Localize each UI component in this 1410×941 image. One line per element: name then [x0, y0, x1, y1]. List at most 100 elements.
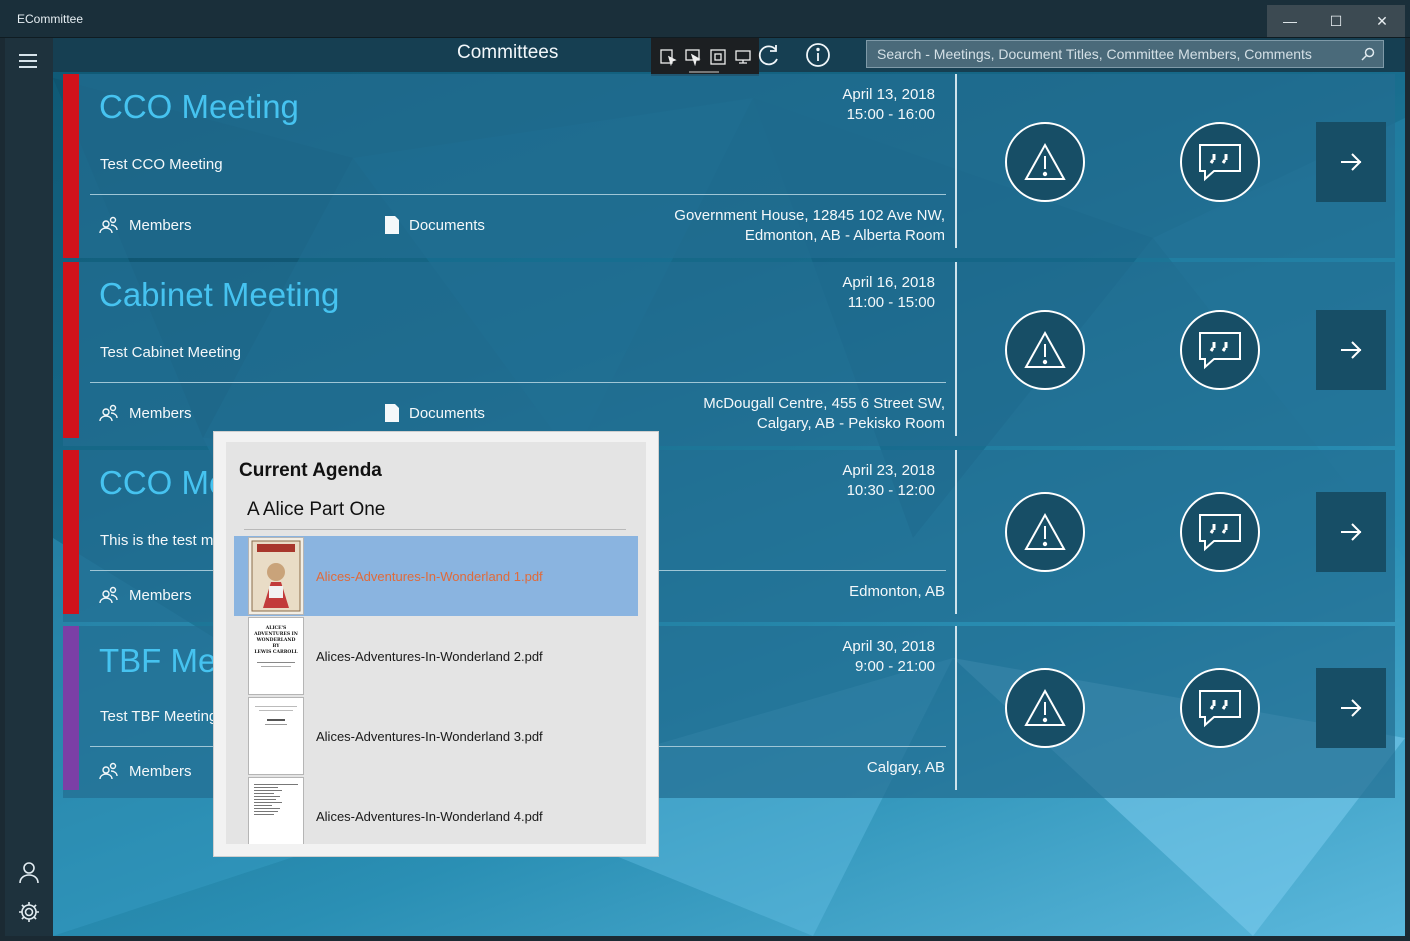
documents-label: Documents	[409, 404, 485, 422]
meeting-title[interactable]: CCO Me	[99, 464, 227, 502]
location-line2: Calgary, AB - Pekisko Room	[756, 415, 945, 432]
members-link[interactable]: Members	[99, 762, 192, 780]
meeting-title[interactable]: Cabinet Meeting	[99, 276, 339, 314]
search-box[interactable]	[866, 40, 1384, 68]
documents-link[interactable]: Documents	[385, 404, 485, 422]
meeting-datetime: April 16, 2018 11:00 - 15:00	[842, 273, 935, 313]
open-meeting-button[interactable]	[1316, 122, 1386, 202]
agenda-document-item[interactable]: Alices-Adventures-In-Wonderland 1.pdf	[234, 536, 638, 616]
meeting-location: Edmonton, AB	[849, 582, 945, 602]
comments-button[interactable]	[1180, 122, 1260, 202]
open-meeting-button[interactable]	[1316, 310, 1386, 390]
members-label: Members	[129, 216, 192, 234]
meeting-datetime: April 30, 2018 9:00 - 21:00	[842, 637, 935, 677]
meeting-description: This is the test m	[100, 532, 214, 549]
minimize-button[interactable]: —	[1267, 5, 1313, 37]
card-separator	[955, 450, 957, 614]
page-title: Committees	[457, 42, 559, 63]
card-divider	[90, 194, 946, 195]
meeting-location: Calgary, AB	[867, 758, 945, 778]
members-icon	[99, 586, 118, 604]
meeting-time: 10:30 - 12:00	[846, 482, 935, 499]
comments-button[interactable]	[1180, 668, 1260, 748]
document-filename: Alices-Adventures-In-Wonderland 1.pdf	[316, 568, 543, 584]
meeting-accent-bar	[63, 626, 79, 790]
app-title: ECommittee	[17, 12, 84, 26]
members-icon	[99, 216, 118, 234]
agenda-title: Current Agenda	[239, 460, 382, 481]
maximize-button[interactable]: ☐	[1313, 5, 1359, 37]
meeting-date: April 30, 2018	[842, 638, 935, 655]
agenda-divider	[244, 529, 626, 530]
meeting-description: Test Cabinet Meeting	[100, 344, 241, 361]
members-icon	[99, 404, 118, 422]
info-icon[interactable]	[805, 42, 831, 68]
document-thumbnail	[248, 697, 304, 775]
open-meeting-button[interactable]	[1316, 668, 1386, 748]
alert-button[interactable]	[1005, 668, 1085, 748]
floating-toolbar	[651, 38, 759, 76]
search-icon[interactable]	[1361, 47, 1375, 61]
pointer-tool-icon[interactable]	[684, 48, 702, 66]
comment-icon	[1199, 332, 1241, 370]
card-separator	[955, 626, 957, 790]
screen-tool-icon[interactable]	[734, 48, 752, 66]
comments-button[interactable]	[1180, 310, 1260, 390]
alert-button[interactable]	[1005, 310, 1085, 390]
meeting-title[interactable]: CCO Meeting	[99, 88, 299, 126]
card-separator	[955, 74, 957, 248]
meeting-datetime: April 13, 2018 15:00 - 16:00	[842, 85, 935, 125]
members-link[interactable]: Members	[99, 586, 192, 604]
nav-rail	[5, 38, 53, 936]
meeting-datetime: April 23, 2018 10:30 - 12:00	[842, 461, 935, 501]
document-icon	[385, 404, 399, 422]
alert-button[interactable]	[1005, 492, 1085, 572]
meeting-date: April 23, 2018	[842, 462, 935, 479]
meeting-location: Government House, 12845 102 Ave NW, Edmo…	[674, 206, 945, 246]
document-thumbnail	[248, 777, 304, 844]
document-filename: Alices-Adventures-In-Wonderland 4.pdf	[316, 808, 543, 824]
meeting-time: 9:00 - 21:00	[854, 658, 935, 675]
agenda-panel: Current Agenda A Alice Part One Alices-A…	[226, 442, 646, 844]
comment-icon	[1199, 690, 1241, 728]
hamburger-menu-icon[interactable]	[19, 54, 37, 68]
documents-label: Documents	[409, 216, 485, 234]
select-tool-icon[interactable]	[659, 48, 677, 66]
meeting-card[interactable]: Cabinet Meeting Test Cabinet Meeting Mem…	[63, 262, 1395, 446]
warning-icon	[1024, 330, 1066, 368]
gear-icon[interactable]	[17, 900, 41, 924]
comments-button[interactable]	[1180, 492, 1260, 572]
meeting-time: 11:00 - 15:00	[847, 294, 935, 311]
frame-tool-icon[interactable]	[709, 48, 727, 66]
members-label: Members	[129, 762, 192, 780]
members-label: Members	[129, 586, 192, 604]
alert-button[interactable]	[1005, 122, 1085, 202]
user-icon[interactable]	[17, 860, 41, 884]
card-separator	[955, 262, 957, 436]
members-link[interactable]: Members	[99, 404, 192, 422]
agenda-document-item[interactable]: Alices-Adventures-In-Wonderland 4.pdf	[234, 776, 638, 844]
toolbar-grip[interactable]	[689, 71, 719, 73]
search-input[interactable]	[867, 41, 1383, 67]
agenda-document-item[interactable]: Alices-Adventures-In-Wonderland 3.pdf	[234, 696, 638, 776]
close-button[interactable]: ✕	[1359, 5, 1405, 37]
meeting-description: Test CCO Meeting	[100, 156, 223, 173]
members-icon	[99, 762, 118, 780]
arrow-right-icon	[1341, 153, 1362, 171]
refresh-icon[interactable]	[755, 42, 781, 68]
documents-link[interactable]: Documents	[385, 216, 485, 234]
agenda-document-item[interactable]: ALICE'S ADVENTURES IN WONDERLAND BY LEWI…	[234, 616, 638, 696]
illustration-thumbnail-icon	[251, 540, 301, 612]
arrow-right-icon	[1341, 523, 1362, 541]
meeting-accent-bar	[63, 450, 79, 614]
location-line1: Edmonton, AB	[849, 583, 945, 600]
open-meeting-button[interactable]	[1316, 492, 1386, 572]
location-line1: McDougall Centre, 455 6 Street SW,	[703, 395, 945, 412]
card-divider	[90, 382, 946, 383]
meeting-card[interactable]: CCO Meeting Test CCO Meeting Members Doc…	[63, 74, 1395, 258]
agenda-section-heading: A Alice Part One	[247, 499, 386, 520]
members-link[interactable]: Members	[99, 216, 192, 234]
document-thumbnail: ALICE'S ADVENTURES IN WONDERLAND BY LEWI…	[248, 617, 304, 695]
comment-icon	[1199, 144, 1241, 182]
thumbnail-text: LEWIS CARROLL	[254, 650, 298, 655]
